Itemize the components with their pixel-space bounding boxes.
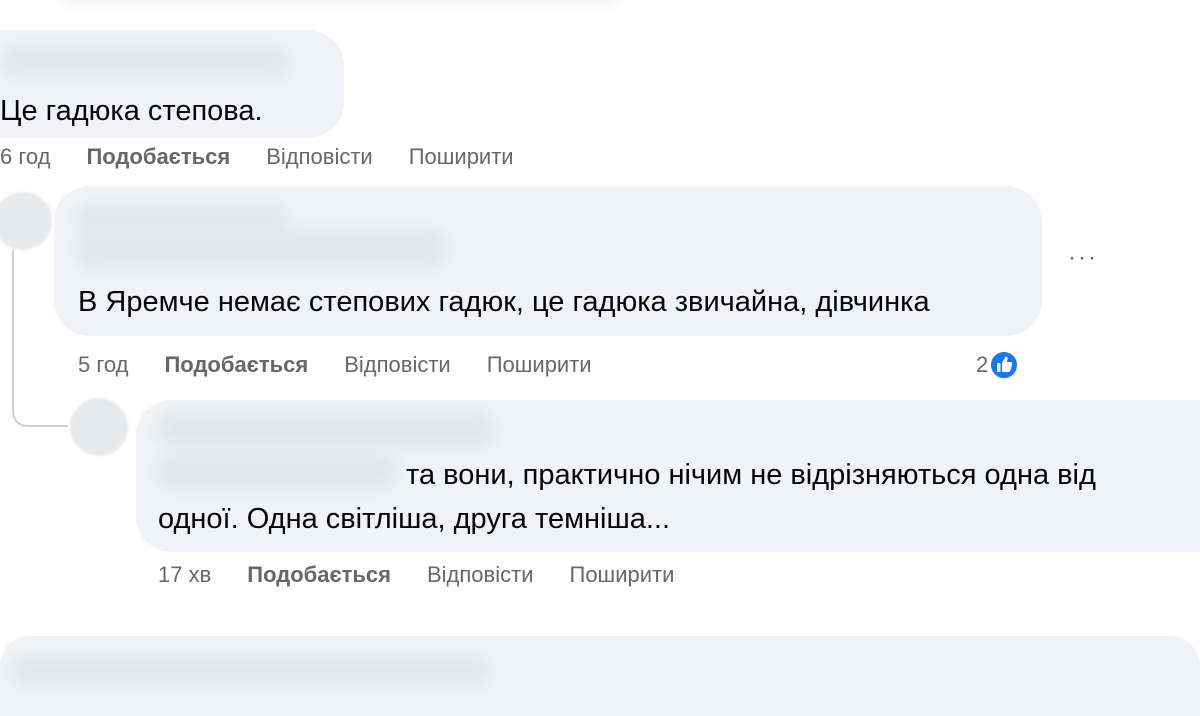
- avatar[interactable]: [70, 398, 128, 456]
- like-button[interactable]: Подобається: [247, 562, 391, 588]
- comment-actions-3: 17 хв Подобається Відповісти Поширити: [158, 562, 710, 588]
- comment-time[interactable]: 6 год: [0, 144, 50, 170]
- reply-button[interactable]: Відповісти: [427, 562, 534, 588]
- comment-time[interactable]: 17 хв: [158, 562, 211, 588]
- author-name-redacted: [10, 656, 490, 686]
- more-options-icon[interactable]: ···: [1068, 244, 1098, 272]
- cropped-top-text: [60, 0, 620, 4]
- comment-bubble-4: [0, 636, 1200, 716]
- like-reaction-icon: [989, 350, 1020, 380]
- comment-actions-1: 6 год Подобається Відповісти Поширити: [0, 144, 550, 170]
- share-button[interactable]: Поширити: [409, 144, 514, 170]
- comment-time[interactable]: 5 год: [78, 352, 128, 378]
- comment-bubble-1: Це гадюка степова.: [0, 30, 344, 138]
- comment-actions-2: 5 год Подобається Відповісти Поширити: [78, 352, 628, 378]
- comment-bubble-3: та вони, практично нічим не відрізняютьс…: [136, 400, 1200, 552]
- author-name-redacted: [76, 228, 448, 270]
- reactions-count: 2: [976, 352, 989, 377]
- comment-text: Це гадюка степова.: [0, 95, 263, 127]
- avatar[interactable]: [0, 192, 52, 250]
- comment-text: В Яремче немає степових гадюк, це гадюка…: [78, 286, 930, 318]
- reply-button[interactable]: Відповісти: [344, 352, 451, 378]
- reactions-summary[interactable]: 2: [976, 350, 1020, 380]
- comment-bubble-2: В Яремче немає степових гадюк, це гадюка…: [54, 186, 1042, 336]
- comment-text-line-1: та вони, практично нічим не відрізняютьс…: [406, 459, 1096, 491]
- like-button[interactable]: Подобається: [86, 144, 230, 170]
- share-button[interactable]: Поширити: [487, 352, 592, 378]
- share-button[interactable]: Поширити: [570, 562, 675, 588]
- author-name-redacted: [156, 410, 496, 448]
- reply-button[interactable]: Відповісти: [266, 144, 373, 170]
- like-button[interactable]: Подобається: [164, 352, 308, 378]
- tagged-name-redacted: [156, 452, 398, 490]
- author-name-redacted: [0, 46, 290, 78]
- comment-text-line-2: одної. Одна світліша, друга темніша...: [158, 503, 671, 535]
